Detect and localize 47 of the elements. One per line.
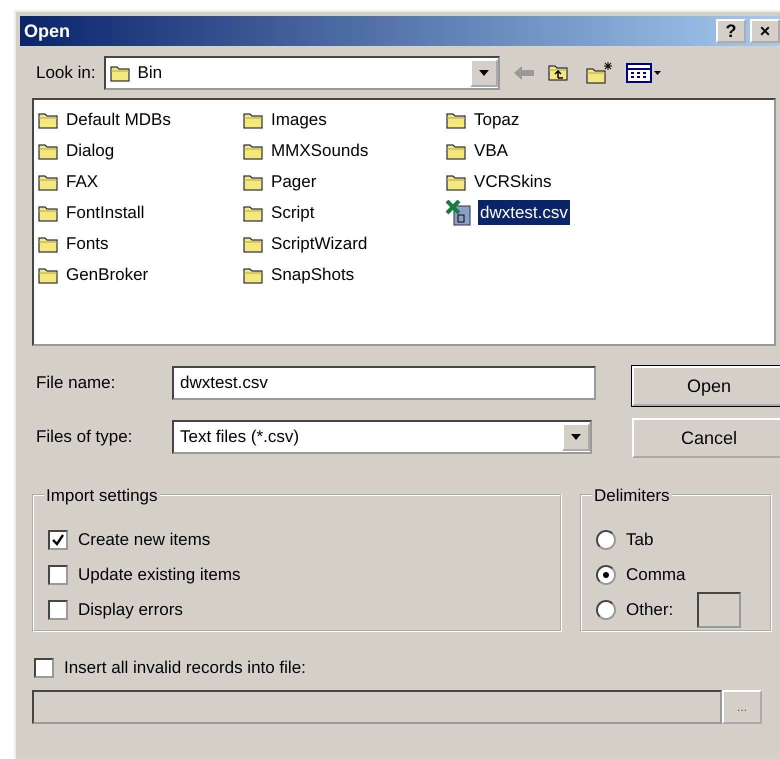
file-item[interactable]: Topaz <box>472 106 522 132</box>
checkbox-label: Create new items <box>78 528 210 551</box>
file-item[interactable]: MMXSounds <box>269 138 370 164</box>
close-button[interactable]: × <box>750 19 780 43</box>
file-item[interactable]: Fonts <box>64 230 111 256</box>
file-name-label: File name: <box>36 372 116 394</box>
file-item[interactable]: dwxtest.csv <box>478 200 570 226</box>
checkbox[interactable] <box>48 530 68 550</box>
file-path-field[interactable] <box>32 690 722 724</box>
file-item[interactable]: ScriptWizard <box>269 230 370 256</box>
file-item[interactable]: VCRSkins <box>472 168 554 194</box>
files-of-type-dropdown[interactable]: Text files (*.csv) <box>172 420 592 454</box>
window-title: Open <box>24 20 72 43</box>
look-in-dropdown[interactable]: Bin <box>104 56 500 90</box>
files-of-type-label: Files of type: <box>36 426 134 448</box>
radio-label: Tab <box>626 528 654 551</box>
checkbox-label: Update existing items <box>78 564 241 586</box>
file-item[interactable]: GenBroker <box>64 262 150 288</box>
checkbox[interactable] <box>48 600 68 620</box>
file-name-field[interactable]: dwxtest.csv <box>172 366 596 400</box>
file-item[interactable]: Dialog <box>64 138 116 164</box>
radio-button[interactable] <box>596 530 616 550</box>
radio-label: Other: <box>626 598 674 621</box>
checkmark-icon <box>52 534 64 546</box>
checkbox-label: Insert all invalid records into file: <box>64 657 306 680</box>
file-item[interactable]: VBA <box>472 138 510 164</box>
checkbox[interactable] <box>48 564 68 584</box>
file-item[interactable]: FontInstall <box>64 200 146 226</box>
dialog-button[interactable]: Cancel <box>632 418 780 458</box>
look-in-label: Look in: <box>36 62 96 84</box>
file-item[interactable]: Default MDBs <box>64 106 173 132</box>
checkbox[interactable] <box>34 658 54 678</box>
file-item[interactable]: Script <box>269 200 316 226</box>
file-item[interactable]: Images <box>269 106 329 132</box>
file-item[interactable]: FAX <box>64 168 100 194</box>
file-item[interactable]: Pager <box>269 168 318 194</box>
other-delimiter-field[interactable] <box>697 592 742 628</box>
radio-button[interactable] <box>596 564 616 584</box>
new-folder-icon[interactable] <box>586 61 614 85</box>
radio-button[interactable] <box>596 600 616 620</box>
dialog-button[interactable]: Open <box>632 366 780 406</box>
browse-button[interactable]: ... <box>722 690 762 724</box>
view-menu-icon[interactable] <box>626 62 662 84</box>
checkbox-label: Display errors <box>78 598 183 621</box>
radio-label: Comma <box>626 564 686 586</box>
help-button[interactable]: ? <box>716 19 746 43</box>
file-item[interactable]: SnapShots <box>269 262 356 288</box>
